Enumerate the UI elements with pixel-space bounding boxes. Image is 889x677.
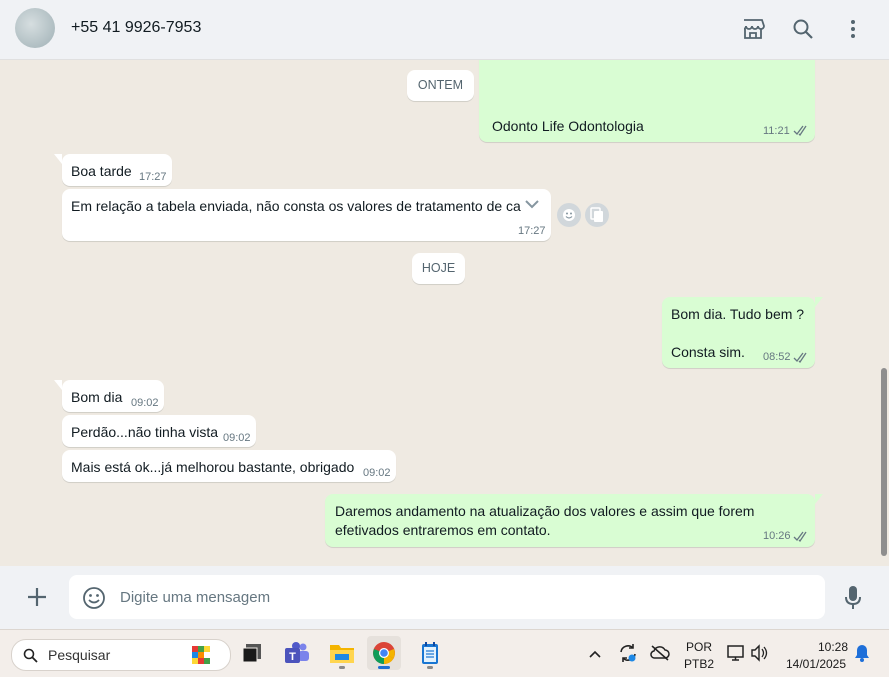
cloud-off-icon[interactable] (650, 644, 670, 667)
message-bubble-incoming[interactable]: Em relação a tabela enviada, não consta … (62, 189, 551, 241)
emoji-icon[interactable] (82, 586, 106, 615)
teams-icon[interactable]: T (280, 636, 314, 670)
microphone-icon[interactable] (844, 585, 862, 616)
chat-area[interactable]: Odonto Life Odontologia 11:21 ONTEM Boa … (0, 60, 889, 566)
message-text: Bom dia. Tudo bem ? (671, 306, 805, 322)
date-separator: ONTEM (407, 70, 474, 101)
message-time: 17:27 (518, 225, 546, 237)
message-input[interactable]: Digite uma mensagem (69, 575, 825, 619)
message-text: Em relação a tabela enviada, não consta … (71, 198, 521, 214)
message-composer: Digite uma mensagem (0, 566, 889, 629)
message-text: Bom dia (71, 389, 123, 405)
chat-header: +55 41 9926-7953 (0, 0, 889, 60)
message-bubble-outgoing[interactable]: Bom dia. Tudo bem ? Consta sim. 08:52 (662, 297, 823, 368)
message-text: Boa tarde (71, 163, 132, 179)
copy-icon[interactable] (585, 203, 609, 227)
message-bubble-incoming[interactable]: Perdão...não tinha vista 09:02 (62, 415, 256, 447)
app-active-indicator (378, 666, 390, 669)
contact-name[interactable]: +55 41 9926-7953 (71, 19, 201, 37)
message-time: 09:02 (131, 397, 159, 409)
notification-bell-icon[interactable] (854, 644, 870, 667)
message-time: 10:26 (763, 530, 791, 542)
taskbar-search[interactable]: Pesquisar (11, 639, 231, 671)
message-text: Perdão...não tinha vista (71, 424, 219, 440)
message-time: 09:02 (363, 467, 391, 479)
svg-text:T: T (289, 651, 296, 663)
search-icon[interactable] (790, 16, 816, 42)
taskbar-search-label: Pesquisar (48, 647, 111, 663)
message-time: 17:27 (139, 171, 167, 183)
message-bubble-incoming[interactable]: Mais está ok...já melhorou bastante, obr… (62, 450, 396, 482)
windows-taskbar: Pesquisar T POR PTB2 10:28 14/01/2025 (0, 629, 889, 677)
message-input-placeholder: Digite uma mensagem (120, 589, 271, 606)
message-time: 11:21 (763, 125, 790, 137)
chat-scrollbar[interactable] (881, 368, 887, 556)
more-vertical-icon[interactable] (840, 16, 866, 42)
read-receipt-icon (793, 125, 807, 136)
read-receipt-icon (793, 352, 807, 363)
message-bubble-outgoing[interactable]: Daremos andamento na atualização dos val… (325, 494, 823, 547)
bubble-tail (815, 297, 823, 307)
message-time: 08:52 (763, 351, 791, 363)
bubble-tail (815, 494, 823, 504)
chevron-up-icon[interactable] (588, 646, 602, 664)
input-language[interactable]: POR PTB2 (680, 640, 718, 671)
task-view-icon[interactable] (235, 636, 269, 670)
clock-date: 14/01/2025 (785, 657, 847, 671)
message-bubble-outgoing[interactable]: Odonto Life Odontologia 11:21 (479, 60, 815, 142)
app-running-indicator (427, 666, 433, 669)
bubble-tail (54, 154, 62, 164)
sync-icon[interactable] (618, 643, 638, 668)
notepad-icon[interactable] (413, 636, 447, 670)
message-time: 09:02 (223, 432, 251, 444)
language-code: POR (685, 640, 712, 654)
search-icon (23, 648, 38, 663)
cube-icon (192, 646, 210, 664)
volume-icon[interactable] (750, 644, 768, 667)
keyboard-layout: PTB2 (683, 657, 714, 671)
message-text-line2: efetivados entraremos em contato. (335, 522, 551, 538)
chevron-down-icon[interactable] (524, 197, 540, 213)
store-icon[interactable] (740, 16, 766, 42)
bubble-tail (54, 380, 62, 390)
message-text: Daremos andamento na atualização dos val… (335, 503, 755, 519)
message-text: Odonto Life Odontologia (492, 118, 644, 134)
clock-time: 10:28 (817, 640, 848, 654)
app-running-indicator (339, 666, 345, 669)
plus-icon[interactable] (26, 586, 48, 613)
message-text-line2: Consta sim. (671, 344, 745, 360)
react-emoji-icon[interactable] (557, 203, 581, 227)
clock[interactable]: 10:28 14/01/2025 (778, 640, 854, 671)
network-icon[interactable] (726, 644, 746, 667)
read-receipt-icon (793, 531, 807, 542)
message-text: Mais está ok...já melhorou bastante, obr… (71, 459, 355, 475)
message-bubble-incoming[interactable]: Bom dia 09:02 (54, 380, 164, 412)
message-bubble-incoming[interactable]: Boa tarde 17:27 (54, 154, 172, 186)
file-explorer-icon[interactable] (325, 636, 359, 670)
date-separator: HOJE (412, 253, 465, 284)
avatar[interactable] (15, 8, 55, 48)
chrome-icon[interactable] (367, 636, 401, 670)
